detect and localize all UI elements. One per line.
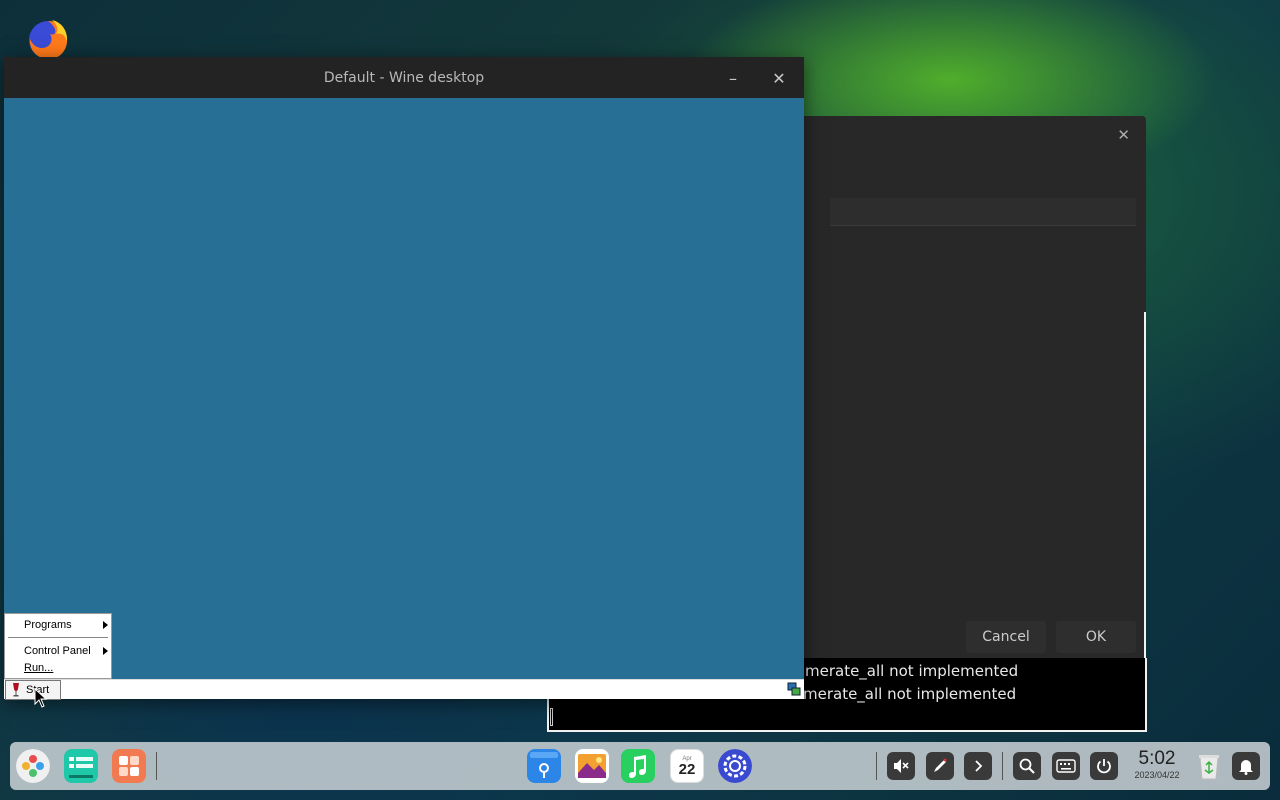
submenu-arrow-icon [103,647,108,655]
app-store-icon[interactable] [112,749,146,783]
dock-separator [876,752,877,780]
power-glyph [1097,759,1111,774]
music-icon[interactable] [621,749,655,783]
clock-date: 2023/04/22 [1134,770,1180,780]
window-title: Default - Wine desktop [323,69,485,86]
dialog-input-field[interactable] [830,198,1136,226]
menu-item-run[interactable]: Run... [24,662,53,676]
menu-item-control-panel[interactable]: Control Panel [24,645,91,659]
calendar-icon[interactable]: Apr 22 [670,749,704,783]
dock-separator [156,752,157,780]
dock: Apr 22 5:02 2023/04/22 [10,742,1270,790]
chevron-right-icon[interactable] [964,752,992,780]
volume-muted-icon[interactable] [887,752,915,780]
settings-icon[interactable] [718,749,752,783]
pen-icon[interactable] [926,752,954,780]
start-menu: Programs Control Panel Run... [4,613,112,679]
keyboard-icon[interactable] [1052,752,1080,780]
close-button[interactable]: ✕ [766,65,792,91]
menu-item-programs[interactable]: Programs [24,619,72,633]
power-icon[interactable] [1090,752,1118,780]
clock[interactable]: 5:02 2023/04/22 [1127,748,1187,780]
window-titlebar[interactable]: Default - Wine desktop – ✕ [4,57,804,98]
clock-time: 5:02 [1138,748,1176,769]
terminal-prompt [549,708,1145,731]
wine-glass-icon [13,683,19,697]
photos-icon[interactable] [575,749,609,783]
wine-desktop-window[interactable]: Default - Wine desktop – ✕ Programs Cont… [4,57,804,700]
background-dialog: ✕ Cancel OK [790,116,1146,658]
ok-button[interactable]: OK [1056,621,1136,653]
pen-glyph [934,758,947,772]
firefox-icon[interactable] [26,18,70,62]
trash-icon[interactable] [1197,752,1221,780]
dock-separator [1002,752,1003,780]
launcher-icon[interactable] [16,749,50,783]
mouse-pointer-icon [34,688,48,708]
bell-glyph [1239,760,1253,775]
file-manager-icon[interactable] [64,749,98,783]
wine-taskbar: Start [4,679,804,700]
menu-separator [8,637,108,638]
dialog-close-button[interactable]: ✕ [1117,126,1130,144]
package-icon[interactable] [527,749,561,783]
network-tray-icon[interactable] [787,682,801,697]
dialog-edge [1144,312,1146,658]
submenu-arrow-icon [103,621,108,629]
notification-bell-icon[interactable] [1232,752,1260,780]
text-cursor [550,708,553,726]
start-button[interactable]: Start [5,680,61,700]
keyboard-glyph [1056,759,1076,773]
cancel-button[interactable]: Cancel [966,621,1046,653]
search-icon[interactable] [1013,752,1041,780]
volume-muted-glyph [894,759,909,773]
search-glyph [1019,758,1035,774]
chevron-right-glyph [975,760,983,772]
minimize-button[interactable]: – [720,65,746,91]
